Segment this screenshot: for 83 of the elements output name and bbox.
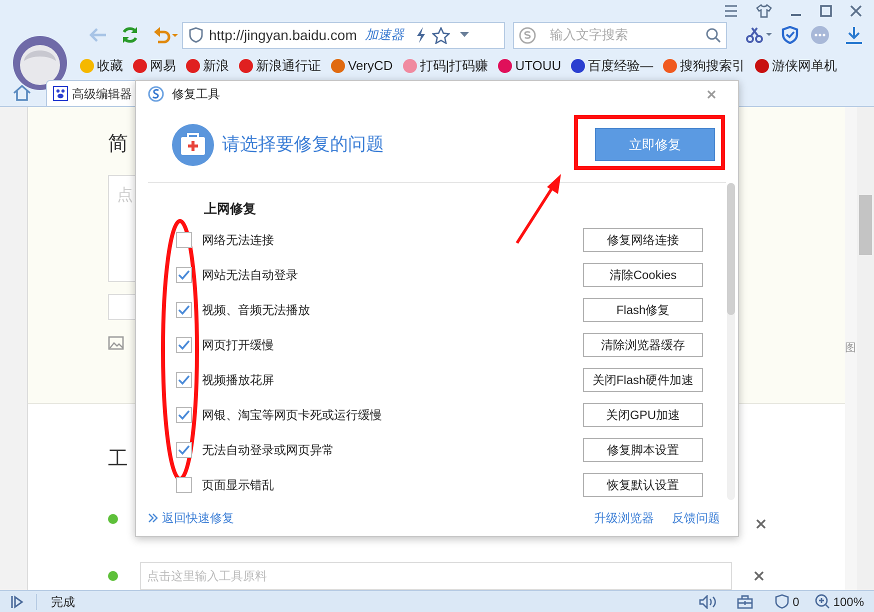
caret-icon[interactable] bbox=[460, 32, 469, 38]
checkbox-label: 网银、淘宝等网页卡死或运行缓慢 bbox=[202, 406, 382, 424]
bookmark-link[interactable]: 新浪通行证 bbox=[256, 56, 321, 76]
star-icon[interactable] bbox=[432, 26, 450, 44]
feedback-link[interactable]: 反馈问题 bbox=[672, 509, 720, 527]
checkbox[interactable] bbox=[176, 476, 192, 492]
close-icon[interactable] bbox=[756, 519, 766, 529]
home-icon[interactable] bbox=[12, 85, 32, 101]
checkbox[interactable] bbox=[176, 442, 192, 458]
checkbox-label: 网站无法自动登录 bbox=[202, 266, 298, 284]
search-engine-icon bbox=[519, 26, 536, 44]
checkbox-label: 页面显示错乱 bbox=[202, 476, 274, 494]
search-field[interactable]: 输入文字搜索 bbox=[513, 22, 727, 49]
section-heading: 简 bbox=[108, 132, 128, 157]
checkbox-label: 无法自动登录或网页异常 bbox=[202, 442, 334, 458]
shield-icon bbox=[189, 27, 203, 44]
dialog-title: 修复工具 bbox=[172, 86, 220, 103]
bookmark-link[interactable]: 收藏 bbox=[97, 56, 123, 76]
download-icon[interactable] bbox=[845, 26, 863, 44]
status-text: 完成 bbox=[51, 594, 75, 610]
scrollbar-thumb[interactable] bbox=[727, 183, 735, 315]
checkbox-label: 视频播放花屏 bbox=[202, 372, 274, 388]
bookmark-link[interactable]: 打码|打码赚 bbox=[420, 56, 488, 76]
section-title: 上网修复 bbox=[204, 200, 256, 218]
scrollbar-thumb[interactable] bbox=[859, 195, 872, 255]
bookmark-link[interactable]: 搜狗搜索引 bbox=[680, 56, 746, 76]
toolbox-icon[interactable] bbox=[736, 594, 753, 608]
checkbox[interactable] bbox=[176, 372, 192, 388]
checkbox-label: 网页打开缓慢 bbox=[202, 336, 274, 354]
shirt-icon[interactable] bbox=[756, 4, 772, 18]
shield-icon[interactable] bbox=[781, 26, 799, 44]
dialog-heading: 请选择要修复的问题 bbox=[222, 133, 384, 156]
section-heading: 工 bbox=[108, 447, 128, 472]
checkbox[interactable] bbox=[176, 266, 192, 282]
undo-icon[interactable] bbox=[152, 26, 178, 44]
blocked-count: 0 bbox=[792, 594, 800, 610]
zoom-level[interactable]: 100% bbox=[833, 592, 864, 610]
close-icon[interactable] bbox=[850, 4, 862, 17]
repair-action-button[interactable]: Flash修复 bbox=[583, 298, 703, 322]
zoom-icon[interactable] bbox=[815, 594, 830, 609]
medical-kit-icon bbox=[172, 124, 214, 166]
bookmark-link[interactable]: 百度经验— bbox=[588, 56, 654, 76]
url-text: http://jingyan.baidu.com bbox=[209, 26, 357, 45]
maximize-icon[interactable] bbox=[820, 4, 832, 17]
image-icon[interactable] bbox=[108, 336, 124, 350]
lightning-icon[interactable] bbox=[416, 27, 426, 44]
back-link[interactable]: 返回快速修复 bbox=[162, 509, 234, 527]
speaker-icon[interactable] bbox=[698, 594, 717, 608]
checkbox[interactable] bbox=[176, 232, 192, 248]
repair-action-button[interactable]: 清除浏览器缓存 bbox=[583, 332, 703, 356]
checkbox[interactable] bbox=[176, 406, 192, 422]
avatar[interactable] bbox=[12, 35, 68, 92]
checkbox[interactable] bbox=[176, 336, 192, 352]
side-label: 图 bbox=[845, 341, 856, 356]
menu-icon[interactable] bbox=[724, 4, 738, 17]
close-icon[interactable] bbox=[707, 90, 716, 98]
repair-action-button[interactable]: 恢复默认设置 bbox=[583, 472, 703, 496]
upgrade-link[interactable]: 升级浏览器 bbox=[594, 509, 654, 527]
bookmark-link[interactable]: 新浪 bbox=[203, 56, 229, 76]
checkbox[interactable] bbox=[176, 302, 192, 318]
bookmark-link[interactable]: 游侠网单机 bbox=[772, 56, 838, 76]
address-bar[interactable]: http://jingyan.baidu.com 加速器 bbox=[182, 22, 505, 49]
app-logo-icon bbox=[148, 86, 164, 102]
scissors-icon[interactable] bbox=[745, 27, 773, 44]
sidebar-toggle-icon[interactable] bbox=[10, 594, 24, 608]
repair-action-button[interactable]: 关闭Flash硬件加速 bbox=[583, 368, 703, 392]
repair-action-button[interactable]: 关闭GPU加速 bbox=[583, 402, 703, 426]
refresh-icon[interactable] bbox=[120, 25, 140, 46]
bookmark-link[interactable]: 网易 bbox=[150, 56, 176, 76]
checkbox-label: 网络无法连接 bbox=[202, 232, 274, 248]
repair-action-button[interactable]: 修复脚本设置 bbox=[583, 438, 703, 462]
search-input: 输入文字搜索 bbox=[550, 25, 692, 45]
accelerator-label[interactable]: 加速器 bbox=[364, 25, 404, 45]
paw-icon bbox=[53, 86, 68, 101]
bookmark-link[interactable]: VeryCD bbox=[348, 56, 393, 76]
checkbox-label: 视频、音频无法播放 bbox=[202, 302, 310, 318]
bookmark-link[interactable]: UTOUU bbox=[515, 56, 562, 76]
repair-action-button[interactable]: 修复网络连接 bbox=[583, 228, 703, 252]
close-icon[interactable] bbox=[754, 571, 764, 581]
double-chevron-icon[interactable] bbox=[148, 513, 158, 523]
repair-action-button[interactable]: 清除Cookies bbox=[583, 262, 703, 286]
search-icon[interactable] bbox=[706, 28, 721, 43]
ad-block-icon[interactable] bbox=[774, 594, 789, 609]
